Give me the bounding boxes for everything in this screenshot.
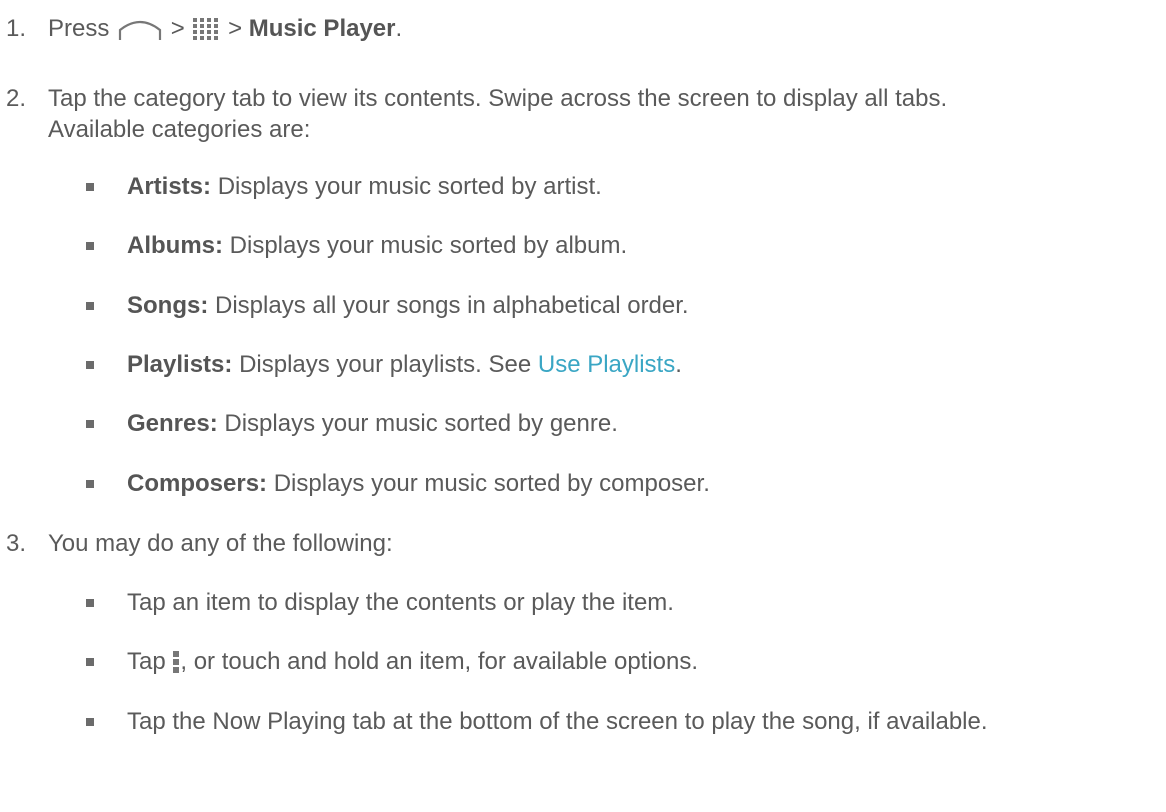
step-number: 2. — [6, 85, 27, 112]
home-icon — [116, 17, 164, 46]
category-desc: Displays all your songs in alphabetical … — [215, 292, 689, 319]
category-desc: Displays your music sorted by album. — [229, 232, 628, 259]
category-desc: Displays your music sorted by artist. — [217, 173, 602, 200]
step-number: 1. — [6, 15, 27, 42]
option-text: Tap — [127, 648, 166, 675]
separator: > — [228, 15, 243, 42]
step-2-text: Tap the category tab to view its content… — [48, 85, 948, 112]
apps-grid-icon — [191, 17, 221, 46]
bullet-icon — [86, 302, 94, 310]
step-number: 3. — [6, 530, 27, 557]
category-desc: Displays your playlists. See — [239, 351, 532, 378]
step-2-continuation: Available categories are: — [48, 116, 311, 143]
category-label: Songs: — [127, 292, 209, 319]
category-desc: Displays your music sorted by genre. — [224, 410, 618, 437]
bullet-icon — [86, 718, 94, 726]
app-name: Music Player — [248, 15, 396, 42]
press-text: Press — [48, 15, 110, 42]
use-playlists-link[interactable]: Use Playlists — [538, 351, 675, 378]
option-text: Tap an item to display the contents or p… — [127, 589, 674, 616]
step-1: 1. Press > > Music Player. — [6, 17, 402, 46]
bullet-icon — [86, 420, 94, 428]
bullet-icon — [86, 242, 94, 250]
step-3: 3. You may do any of the following: — [6, 532, 393, 556]
bullet-icon — [86, 599, 94, 607]
bullet-icon — [86, 183, 94, 191]
bullet-icon — [86, 480, 94, 488]
step-3-text: You may do any of the following: — [48, 530, 393, 557]
category-label: Genres: — [127, 410, 218, 437]
step-2: 2. Tap the category tab to view its conte… — [6, 87, 947, 111]
category-label: Albums: — [127, 232, 223, 259]
category-label: Playlists: — [127, 351, 233, 378]
category-label: Artists: — [127, 173, 212, 200]
option-text: Tap the Now Playing tab at the bottom of… — [127, 708, 988, 735]
option-text: , or touch and hold an item, for availab… — [180, 648, 699, 675]
separator: > — [170, 15, 185, 42]
category-desc: Displays your music sorted by composer. — [273, 470, 710, 497]
bullet-icon — [86, 361, 94, 369]
category-label: Composers: — [127, 470, 268, 497]
bullet-icon — [86, 658, 94, 666]
